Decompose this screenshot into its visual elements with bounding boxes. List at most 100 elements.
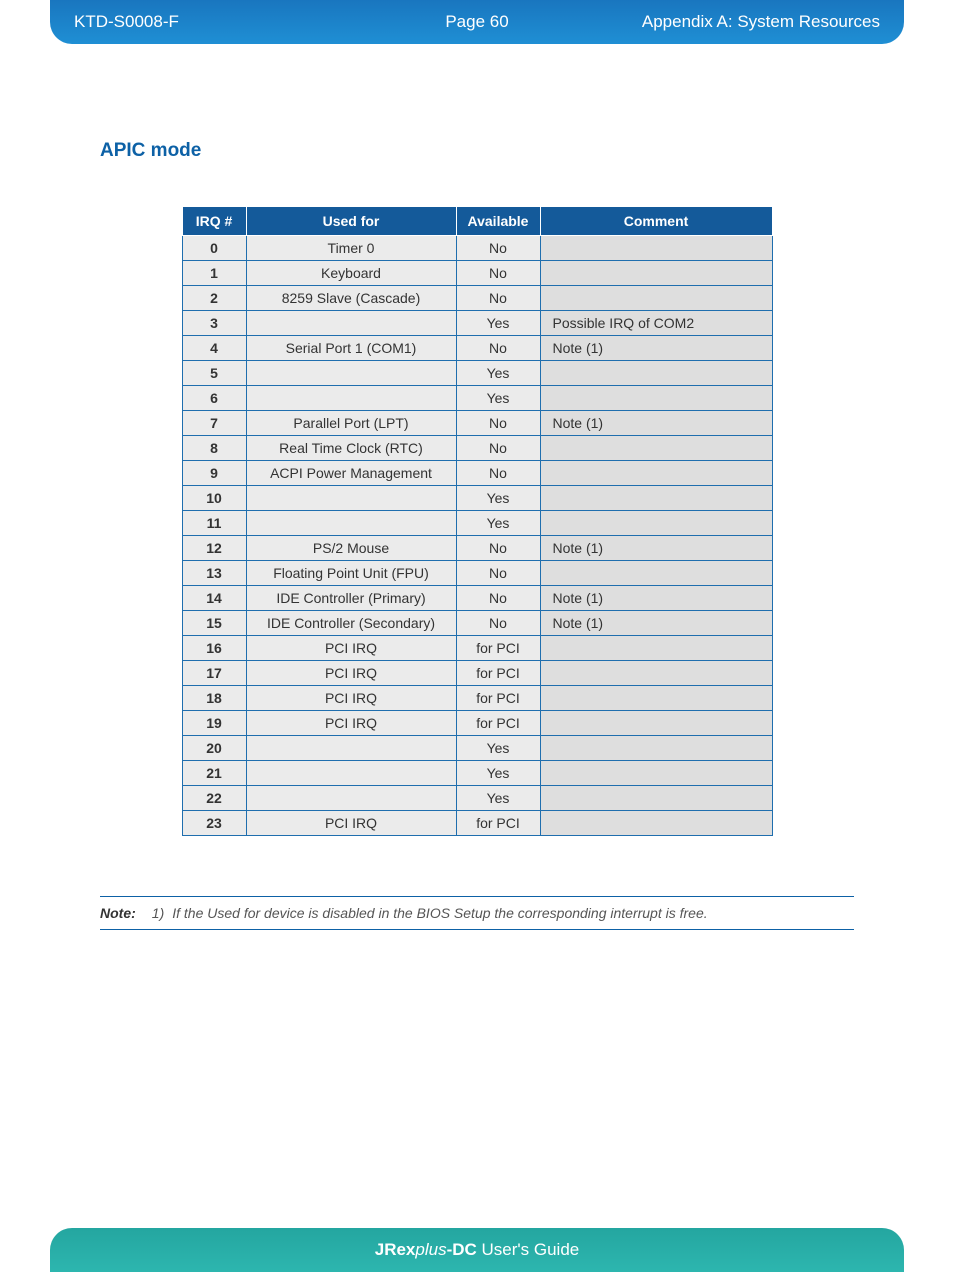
cell-irq: 0 (182, 236, 246, 261)
cell-comment (540, 661, 772, 686)
cell-comment (540, 511, 772, 536)
cell-avail: No (456, 436, 540, 461)
cell-avail: for PCI (456, 811, 540, 836)
cell-comment: Note (1) (540, 586, 772, 611)
cell-comment (540, 261, 772, 286)
cell-used: Timer 0 (246, 236, 456, 261)
cell-irq: 20 (182, 736, 246, 761)
cell-comment (540, 711, 772, 736)
footer-title: JRexplus-DC User's Guide (375, 1240, 580, 1260)
cell-irq: 1 (182, 261, 246, 286)
cell-comment: Possible IRQ of COM2 (540, 311, 772, 336)
cell-avail: No (456, 336, 540, 361)
cell-irq: 18 (182, 686, 246, 711)
cell-comment (540, 361, 772, 386)
note-label: Note: (100, 905, 152, 921)
table-row: 17PCI IRQfor PCI (182, 661, 772, 686)
cell-avail: Yes (456, 311, 540, 336)
col-header-used: Used for (246, 207, 456, 236)
cell-avail: No (456, 286, 540, 311)
page-footer-bar: JRexplus-DC User's Guide (50, 1228, 904, 1272)
cell-irq: 12 (182, 536, 246, 561)
cell-avail: Yes (456, 736, 540, 761)
cell-irq: 8 (182, 436, 246, 461)
table-row: 0Timer 0No (182, 236, 772, 261)
cell-used (246, 486, 456, 511)
table-row: 19PCI IRQfor PCI (182, 711, 772, 736)
table-row: 14IDE Controller (Primary)NoNote (1) (182, 586, 772, 611)
note-index: 1) (152, 905, 172, 921)
cell-comment: Note (1) (540, 411, 772, 436)
table-header-row: IRQ # Used for Available Comment (182, 207, 772, 236)
cell-used (246, 786, 456, 811)
cell-comment (540, 286, 772, 311)
document-id: KTD-S0008-F (50, 12, 179, 32)
table-row: 9ACPI Power ManagementNo (182, 461, 772, 486)
table-row: 7Parallel Port (LPT)NoNote (1) (182, 411, 772, 436)
cell-used: IDE Controller (Secondary) (246, 611, 456, 636)
cell-used: IDE Controller (Primary) (246, 586, 456, 611)
table-row: 20 Yes (182, 736, 772, 761)
cell-avail: No (456, 561, 540, 586)
table-row: 11 Yes (182, 511, 772, 536)
cell-irq: 6 (182, 386, 246, 411)
cell-used: PCI IRQ (246, 636, 456, 661)
table-row: 13Floating Point Unit (FPU)No (182, 561, 772, 586)
cell-irq: 9 (182, 461, 246, 486)
table-row: 12PS/2 MouseNoNote (1) (182, 536, 772, 561)
cell-used: PCI IRQ (246, 711, 456, 736)
table-row: 4Serial Port 1 (COM1)NoNote (1) (182, 336, 772, 361)
cell-avail: No (456, 411, 540, 436)
cell-irq: 4 (182, 336, 246, 361)
page-header-bar: KTD-S0008-F Page 60 Appendix A: System R… (50, 0, 904, 44)
cell-comment (540, 761, 772, 786)
note-box: Note: 1) If the Used for device is disab… (100, 896, 854, 930)
cell-avail: No (456, 586, 540, 611)
table-row: 23PCI IRQfor PCI (182, 811, 772, 836)
cell-irq: 3 (182, 311, 246, 336)
cell-used: Real Time Clock (RTC) (246, 436, 456, 461)
cell-irq: 19 (182, 711, 246, 736)
cell-avail: for PCI (456, 711, 540, 736)
table-row: 3 YesPossible IRQ of COM2 (182, 311, 772, 336)
cell-used (246, 761, 456, 786)
cell-irq: 13 (182, 561, 246, 586)
cell-avail: Yes (456, 511, 540, 536)
cell-used: PCI IRQ (246, 686, 456, 711)
cell-avail: Yes (456, 486, 540, 511)
cell-used: Serial Port 1 (COM1) (246, 336, 456, 361)
cell-avail: No (456, 611, 540, 636)
cell-avail: for PCI (456, 686, 540, 711)
cell-avail: Yes (456, 761, 540, 786)
cell-avail: Yes (456, 386, 540, 411)
cell-used: Floating Point Unit (FPU) (246, 561, 456, 586)
table-row: 8Real Time Clock (RTC)No (182, 436, 772, 461)
cell-comment (540, 686, 772, 711)
cell-used (246, 361, 456, 386)
cell-avail: No (456, 236, 540, 261)
cell-irq: 7 (182, 411, 246, 436)
cell-avail: for PCI (456, 636, 540, 661)
cell-comment: Note (1) (540, 336, 772, 361)
cell-irq: 22 (182, 786, 246, 811)
cell-used: ACPI Power Management (246, 461, 456, 486)
cell-avail: No (456, 536, 540, 561)
cell-used: 8259 Slave (Cascade) (246, 286, 456, 311)
cell-used: PCI IRQ (246, 811, 456, 836)
cell-comment (540, 811, 772, 836)
cell-comment (540, 561, 772, 586)
table-row: 21Yes (182, 761, 772, 786)
irq-table: IRQ # Used for Available Comment 0Timer … (182, 206, 773, 836)
table-row: 18PCI IRQfor PCI (182, 686, 772, 711)
cell-used: Keyboard (246, 261, 456, 286)
page-number: Page 60 (445, 12, 508, 32)
cell-irq: 5 (182, 361, 246, 386)
cell-comment (540, 636, 772, 661)
table-row: 16PCI IRQfor PCI (182, 636, 772, 661)
cell-used (246, 386, 456, 411)
cell-irq: 15 (182, 611, 246, 636)
cell-avail: No (456, 461, 540, 486)
cell-comment (540, 736, 772, 761)
cell-irq: 11 (182, 511, 246, 536)
cell-comment: Note (1) (540, 611, 772, 636)
